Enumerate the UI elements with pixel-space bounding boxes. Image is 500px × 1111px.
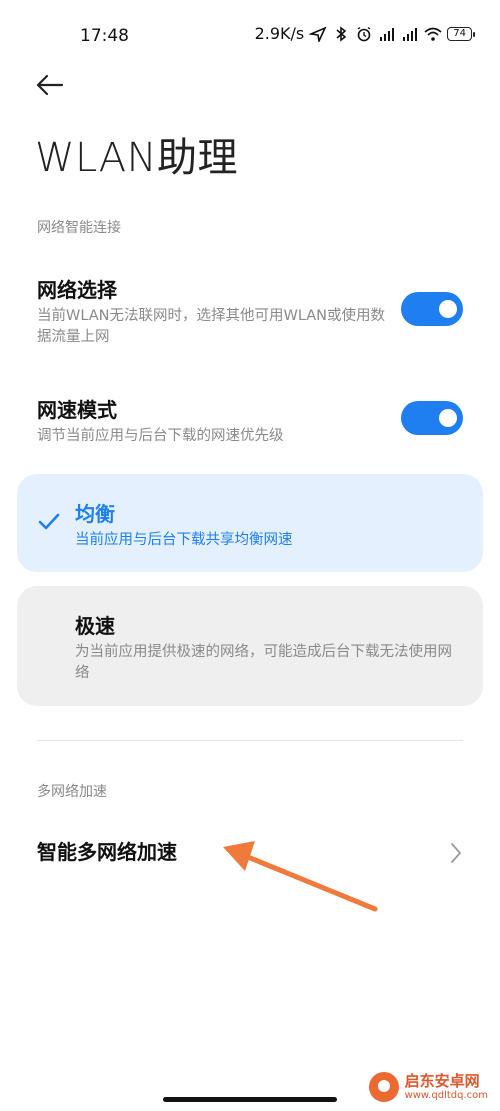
check-icon xyxy=(38,513,60,530)
network-select-title: 网络选择 xyxy=(37,278,117,302)
status-icons: 2.9K/s 74 xyxy=(254,24,475,43)
option-turbo-card[interactable]: 极速 为当前应用提供极速的网络，可能造成后台下载无法使用网络 xyxy=(17,586,483,706)
speed-mode-toggle[interactable] xyxy=(401,401,463,435)
option-turbo-title: 极速 xyxy=(75,614,115,638)
section-label-smart-connect: 网络智能连接 xyxy=(37,220,121,236)
status-bar: 17:48 2.9K/s 74 xyxy=(0,0,500,70)
speed-mode-title: 网速模式 xyxy=(37,398,117,422)
speed-mode-desc: 调节当前应用与后台下载的网速优先级 xyxy=(37,428,284,444)
watermark: 启东安卓网 www.qdltdq.com xyxy=(368,1071,488,1102)
alarm-icon xyxy=(357,26,371,41)
back-arrow-icon[interactable] xyxy=(34,70,66,100)
network-speed: 2.9K/s xyxy=(254,24,305,43)
network-select-desc: 当前WLAN无法联网时，选择其他可用WLAN或使用数据流量上网 xyxy=(37,308,386,345)
network-select-toggle[interactable] xyxy=(401,292,463,326)
chevron-right-icon xyxy=(451,843,461,863)
watermark-url: www.qdltdq.com xyxy=(404,1089,488,1101)
option-turbo-desc: 为当前应用提供极速的网络，可能造成后台下载无法使用网络 xyxy=(75,644,452,681)
status-time: 17:48 xyxy=(80,26,129,46)
watermark-logo-icon xyxy=(368,1072,399,1102)
wifi-icon xyxy=(424,27,442,41)
toggle-knob xyxy=(439,300,457,318)
location-icon xyxy=(309,25,327,42)
toggle-knob xyxy=(439,409,457,427)
home-indicator[interactable] xyxy=(163,1097,337,1102)
watermark-name: 启东安卓网 xyxy=(404,1071,480,1090)
section-divider xyxy=(37,740,463,741)
bluetooth-icon xyxy=(336,25,347,42)
page-title: WLAN助理 xyxy=(35,135,239,181)
signal-hd-icon-2 xyxy=(403,27,418,41)
smart-multi-network-title: 智能多网络加速 xyxy=(37,840,177,864)
annotation-arrow-icon xyxy=(223,841,378,912)
option-balanced-card[interactable]: 均衡 当前应用与后台下载共享均衡网速 xyxy=(17,474,483,572)
option-balanced-desc: 当前应用与后台下载共享均衡网速 xyxy=(75,532,293,548)
option-balanced-title: 均衡 xyxy=(75,502,115,526)
section-label-multi-network: 多网络加速 xyxy=(37,784,107,800)
battery-indicator: 74 xyxy=(447,26,475,41)
signal-hd-icon-1 xyxy=(380,27,395,41)
